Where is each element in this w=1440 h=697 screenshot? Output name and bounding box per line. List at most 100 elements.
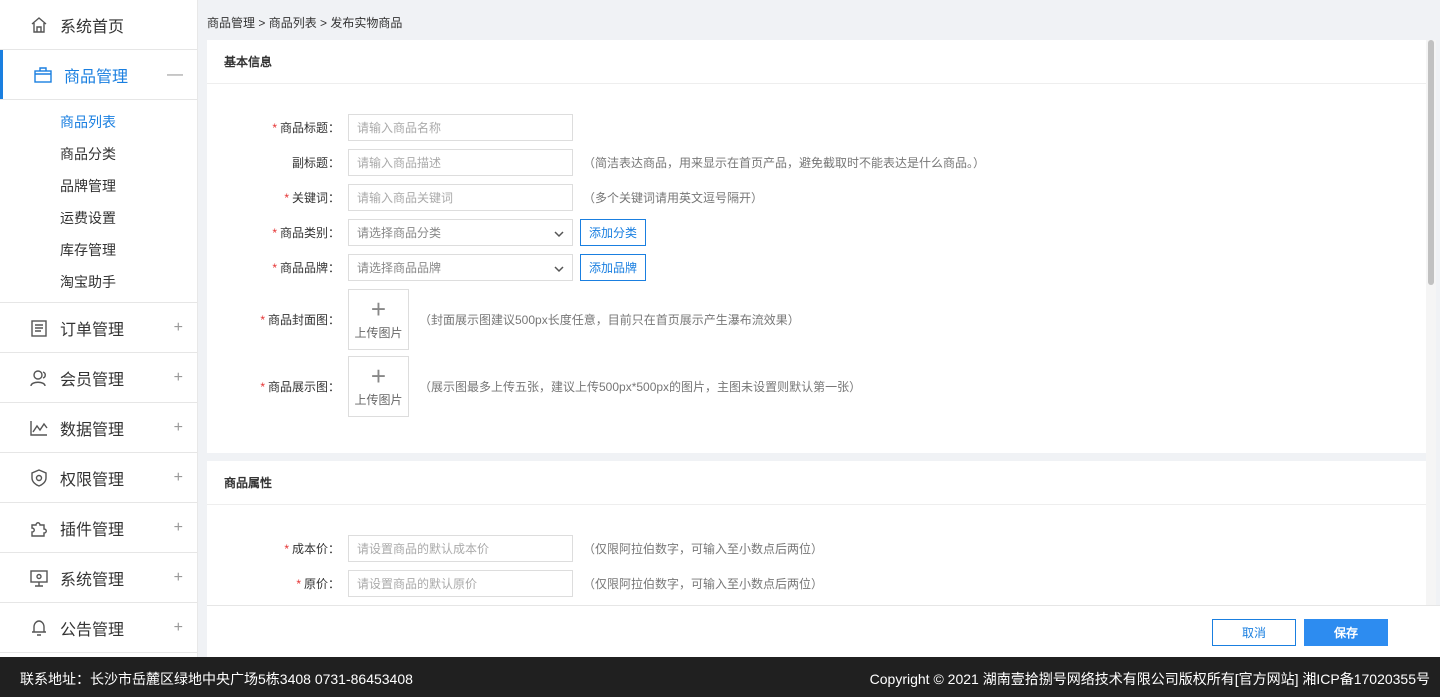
nav-item-notices[interactable]: 公告管理 +	[0, 603, 197, 653]
save-button[interactable]: 保存	[1304, 619, 1388, 646]
expand-icon[interactable]: +	[174, 419, 183, 437]
scrollbar-thumb[interactable]	[1428, 40, 1434, 285]
nav-label-permissions: 权限管理	[60, 471, 125, 489]
plus-icon: +	[370, 294, 387, 324]
select-value: 请选择商品品牌	[357, 261, 442, 275]
action-bar: 取消 保存	[207, 605, 1440, 657]
breadcrumb: 商品管理 > 商品列表 > 发布实物商品	[207, 14, 402, 31]
field-label: * 商品展示图：	[260, 380, 340, 394]
nav-item-orders[interactable]: 订单管理 +	[0, 303, 197, 353]
nav-label-data: 数据管理	[60, 421, 125, 439]
nav-item-goods[interactable]: 商品管理 —	[0, 50, 197, 100]
required-mark: *	[260, 313, 265, 327]
required-mark: *	[284, 542, 289, 556]
form-row-keywords: *关键词： （多个关键词请用英文逗号隔开）	[207, 184, 1426, 211]
bag-icon	[33, 65, 53, 85]
nav-item-permissions[interactable]: 权限管理 +	[0, 453, 197, 503]
attributes-card: 商品属性 *成本价： （仅限阿拉伯数字，可输入至小数点后两位） *原价： （仅限…	[207, 461, 1426, 605]
form-row-cover: * 商品封面图： + 上传图片 （封面展示图建议500px长度任意，目前只在首页展…	[207, 289, 1426, 350]
nav-label-members: 会员管理	[60, 371, 125, 389]
field-label: * 成本价：	[284, 542, 340, 556]
cancel-button[interactable]: 取消	[1212, 619, 1296, 646]
sub-item-taobao[interactable]: 淘宝助手	[0, 266, 197, 298]
bell-icon	[29, 618, 49, 638]
goods-submenu: 商品列表 商品分类 品牌管理 运费设置 库存管理 淘宝助手	[0, 100, 197, 303]
required-mark: *	[272, 261, 277, 275]
breadcrumb-goods[interactable]: 商品管理	[207, 16, 255, 30]
nav-item-plugins[interactable]: 插件管理 +	[0, 503, 197, 553]
form-row-category: * 商品类别： 请选择商品分类 添加分类	[207, 219, 1426, 246]
breadcrumb-list[interactable]: 商品列表	[269, 16, 317, 30]
sub-item-brand[interactable]: 品牌管理	[0, 170, 197, 202]
form-row-cost: *成本价： （仅限阿拉伯数字，可输入至小数点后两位）	[207, 535, 1426, 562]
field-hint: （简洁表达商品，用来显示在首页产品，避免截取时不能表达是什么商品。）	[583, 156, 986, 170]
nav-label-notices: 公告管理	[60, 621, 125, 639]
gallery-upload-button[interactable]: + 上传图片	[348, 356, 409, 417]
sub-item-shipping[interactable]: 运费设置	[0, 202, 197, 234]
nav-item-data[interactable]: 数据管理 +	[0, 403, 197, 453]
nav-item-system[interactable]: 系统管理 +	[0, 553, 197, 603]
goods-subtitle-input[interactable]	[348, 149, 573, 176]
shield-icon	[29, 468, 49, 488]
field-label: * 商品标题：	[272, 121, 340, 135]
nav-label-plugins: 插件管理	[60, 521, 125, 539]
collapse-icon[interactable]: —	[167, 66, 183, 84]
content-scrollbar[interactable]	[1426, 40, 1436, 605]
field-hint: （展示图最多上传五张，建议上传500px*500px的图片，主图未设置则默认第一…	[419, 380, 862, 394]
section-title: 商品属性	[207, 461, 1426, 505]
form-row-brand: * 商品品牌： 请选择商品品牌 添加品牌	[207, 254, 1426, 281]
expand-icon[interactable]: +	[174, 519, 183, 537]
order-icon	[29, 318, 49, 338]
cover-upload-button[interactable]: + 上传图片	[348, 289, 409, 350]
field-hint: （多个关键词请用英文逗号隔开）	[583, 191, 764, 205]
nav-item-home[interactable]: 系统首页	[0, 0, 197, 50]
nav-label-goods: 商品管理	[64, 68, 129, 86]
expand-icon[interactable]: +	[174, 369, 183, 387]
field-label: * 商品类别：	[272, 226, 340, 240]
monitor-icon	[29, 568, 49, 588]
puzzle-icon	[29, 518, 49, 538]
expand-icon[interactable]: +	[174, 469, 183, 487]
nav-item-members[interactable]: 会员管理 +	[0, 353, 197, 403]
select-value: 请选择商品分类	[357, 226, 442, 240]
sidebar: 系统首页 商品管理 — 商品列表 商品分类 品牌管理 运费设置 库存管理 淘宝助…	[0, 0, 198, 657]
category-select[interactable]: 请选择商品分类	[348, 219, 573, 246]
home-icon	[29, 15, 49, 35]
add-category-button[interactable]: 添加分类	[580, 219, 647, 246]
expand-icon[interactable]: +	[174, 319, 183, 337]
field-label: * 商品封面图：	[260, 313, 340, 327]
nav-label-orders: 订单管理	[60, 321, 125, 339]
cost-price-input[interactable]	[348, 535, 573, 562]
breadcrumb-current: 发布实物商品	[330, 16, 403, 30]
required-mark: *	[272, 226, 277, 240]
field-hint: （封面展示图建议500px长度任意，目前只在首页展示产生瀑布流效果）	[419, 313, 800, 327]
expand-icon[interactable]: +	[174, 619, 183, 637]
sub-item-inventory[interactable]: 库存管理	[0, 234, 197, 266]
chart-icon	[29, 418, 49, 438]
upload-label: 上传图片	[354, 393, 403, 407]
goods-name-input[interactable]	[348, 114, 573, 141]
breadcrumb-sep: >	[316, 16, 331, 30]
form-row-gallery: * 商品展示图： + 上传图片 （展示图最多上传五张，建议上传500px*500p…	[207, 356, 1426, 417]
add-brand-button[interactable]: 添加品牌	[580, 254, 647, 281]
goods-keywords-input[interactable]	[348, 184, 573, 211]
field-label: * 原价：	[296, 577, 340, 591]
nav-label-system: 系统管理	[60, 571, 125, 589]
original-price-input[interactable]	[348, 570, 573, 597]
sub-item-goods-list[interactable]: 商品列表	[0, 106, 197, 138]
brand-select[interactable]: 请选择商品品牌	[348, 254, 573, 281]
field-label: * 商品品牌：	[272, 261, 340, 275]
breadcrumb-sep: >	[255, 16, 269, 30]
nav-label-home: 系统首页	[60, 18, 125, 36]
member-icon	[29, 368, 49, 388]
field-label: * 关键词：	[284, 191, 340, 205]
form-row-price: *原价： （仅限阿拉伯数字，可输入至小数点后两位）	[207, 570, 1426, 597]
upload-label: 上传图片	[354, 326, 403, 340]
basic-info-card: 基本信息 *商品标题： 副标题： （简洁表达商品，用来显示在首页产品，避免截取时…	[207, 40, 1426, 453]
field-hint: （仅限阿拉伯数字，可输入至小数点后两位）	[583, 577, 824, 591]
field-hint: （仅限阿拉伯数字，可输入至小数点后两位）	[583, 542, 824, 556]
required-mark: *	[260, 380, 265, 394]
main-content: 基本信息 *商品标题： 副标题： （简洁表达商品，用来显示在首页产品，避免截取时…	[207, 40, 1426, 605]
expand-icon[interactable]: +	[174, 569, 183, 587]
sub-item-goods-category[interactable]: 商品分类	[0, 138, 197, 170]
